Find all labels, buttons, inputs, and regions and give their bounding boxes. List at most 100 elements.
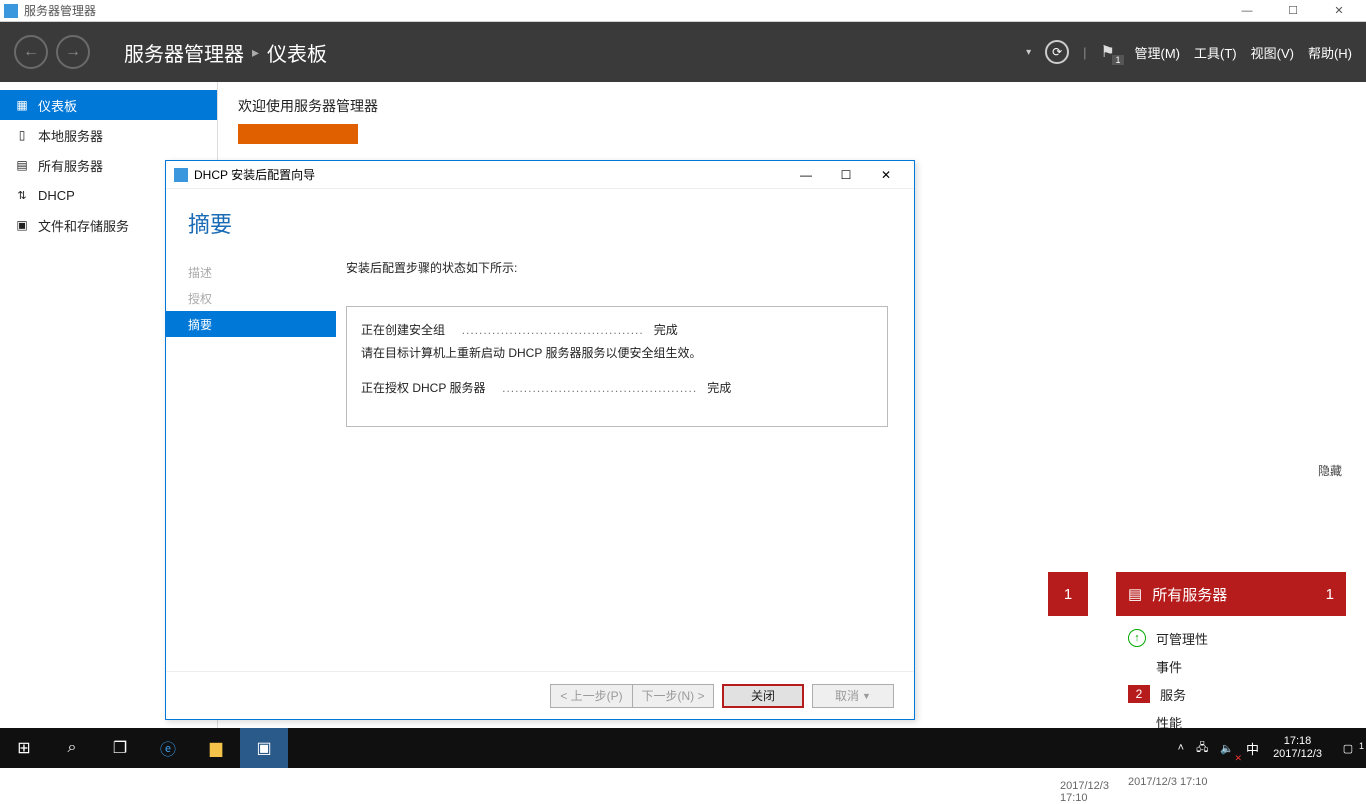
step-describe[interactable]: 描述 bbox=[166, 259, 336, 285]
tile-count: 1 bbox=[1048, 572, 1088, 616]
nav-forward-button[interactable]: → bbox=[56, 35, 90, 69]
notif-count: 1 bbox=[1359, 741, 1364, 751]
result2-label: 正在授权 DHCP 服务器 bbox=[361, 381, 485, 395]
row-label: 可管理性 bbox=[1156, 629, 1208, 648]
tile-row-manageability[interactable]: ↑ 可管理性 bbox=[1128, 624, 1334, 652]
search-button[interactable]: ⌕ bbox=[48, 728, 96, 768]
notifications-flag[interactable]: ⚑ 1 bbox=[1101, 42, 1121, 62]
wizard-content: 安装后配置步骤的状态如下所示: 正在创建安全组 ................… bbox=[336, 249, 914, 671]
task-view-button[interactable]: ❐ bbox=[96, 728, 144, 768]
flag-badge: 1 bbox=[1112, 55, 1123, 65]
wizard-titlebar: DHCP 安装后配置向导 — ☐ ✕ bbox=[166, 161, 914, 189]
wizard-steps: 描述 授权 摘要 bbox=[166, 249, 336, 671]
dashboard-icon bbox=[14, 98, 30, 112]
window-title: 服务器管理器 bbox=[24, 2, 1224, 19]
sidebar-item-label: 本地服务器 bbox=[38, 126, 103, 145]
row-label: 事件 bbox=[1156, 657, 1182, 676]
window-controls: — ☐ ✕ bbox=[1224, 0, 1362, 22]
result2-status: 完成 bbox=[707, 381, 731, 395]
chevron-right-icon: ▸ bbox=[252, 44, 259, 61]
result1-note: 请在目标计算机上重新启动 DHCP 服务器服务以便安全组生效。 bbox=[361, 344, 873, 361]
taskbar: ⊞ ⌕ ❐ ⓔ ▆ ▣ ˄ 🖧 🔈✕ 中 17:18 2017/12/3 ▢ 1 bbox=[0, 728, 1366, 768]
tile-header: ▤ 所有服务器 1 bbox=[1116, 572, 1346, 616]
wizard-head: 摘要 bbox=[166, 189, 914, 249]
nav-arrows: ← → bbox=[0, 35, 104, 69]
results-box: 正在创建安全组 ................................… bbox=[346, 306, 888, 427]
tray-ime[interactable]: 中 bbox=[1240, 728, 1265, 768]
menu-manage[interactable]: 管理(M) bbox=[1135, 43, 1181, 62]
tiles-row: 1 2017/12/3 17:10 ▤ 所有服务器 1 ↑ 可管理性 bbox=[1048, 572, 1346, 804]
ie-button[interactable]: ⓔ bbox=[144, 728, 192, 768]
hide-link[interactable]: 隐藏 bbox=[1318, 462, 1342, 479]
all-servers-icon bbox=[14, 158, 30, 172]
nav-back-button[interactable]: ← bbox=[14, 35, 48, 69]
menu-help[interactable]: 帮助(H) bbox=[1308, 43, 1352, 62]
wizard-minimize-button[interactable]: — bbox=[786, 168, 826, 182]
close-button[interactable]: ✕ bbox=[1316, 0, 1362, 22]
tile-time: 2017/12/3 17:10 bbox=[1048, 776, 1088, 804]
tile-all-servers[interactable]: ▤ 所有服务器 1 ↑ 可管理性 事件 2 服务 bbox=[1116, 572, 1346, 804]
nav-button-group: < 上一步(P) 下一步(N) > bbox=[550, 684, 714, 708]
breadcrumb-root[interactable]: 服务器管理器 bbox=[124, 38, 244, 67]
wizard-title: DHCP 安装后配置向导 bbox=[194, 166, 786, 183]
wizard-heading: 摘要 bbox=[188, 207, 892, 239]
result-line-2: 正在授权 DHCP 服务器 ..........................… bbox=[361, 379, 873, 396]
cancel-label: 取消 bbox=[835, 687, 859, 704]
maximize-button[interactable]: ☐ bbox=[1270, 0, 1316, 22]
wizard-close-button[interactable]: ✕ bbox=[866, 168, 906, 182]
status-up-icon: ↑ bbox=[1128, 629, 1146, 647]
action-center-button[interactable]: ▢ 1 bbox=[1330, 742, 1366, 755]
chevron-down-icon: ▼ bbox=[862, 691, 871, 701]
tray-up-icon[interactable]: ˄ bbox=[1172, 728, 1190, 768]
sidebar-item-label: 所有服务器 bbox=[38, 156, 103, 175]
status-red-badge: 2 bbox=[1128, 685, 1150, 703]
system-tray: ˄ 🖧 🔈✕ 中 17:18 2017/12/3 ▢ 1 bbox=[1172, 728, 1366, 768]
sidebar-item-local-server[interactable]: 本地服务器 bbox=[0, 120, 217, 150]
cancel-button[interactable]: 取消 ▼ bbox=[812, 684, 894, 708]
server-manager-icon bbox=[174, 168, 188, 182]
tray-volume-icon[interactable]: 🔈✕ bbox=[1214, 728, 1240, 768]
refresh-button[interactable]: ⟳ bbox=[1045, 40, 1069, 64]
dhcp-wizard-dialog: DHCP 安装后配置向导 — ☐ ✕ 摘要 描述 授权 摘要 安装后配置步骤的状… bbox=[165, 160, 915, 720]
server-icon bbox=[14, 128, 30, 142]
file-explorer-button[interactable]: ▆ bbox=[192, 728, 240, 768]
file-storage-icon bbox=[14, 218, 30, 232]
server-manager-task-button[interactable]: ▣ bbox=[240, 728, 288, 768]
result1-label: 正在创建安全组 bbox=[361, 323, 445, 337]
quick-start-bar[interactable] bbox=[238, 124, 358, 144]
sidebar-item-dashboard[interactable]: 仪表板 bbox=[0, 90, 217, 120]
tray-date: 2017/12/3 bbox=[1273, 748, 1322, 761]
sidebar-item-label: 仪表板 bbox=[38, 96, 77, 115]
dots-icon: ........................................… bbox=[462, 323, 644, 337]
next-button[interactable]: 下一步(N) > bbox=[632, 684, 714, 708]
step-summary[interactable]: 摘要 bbox=[166, 311, 336, 337]
welcome-title: 欢迎使用服务器管理器 bbox=[238, 96, 1346, 116]
sidebar-item-label: DHCP bbox=[38, 188, 75, 203]
tile-row-services[interactable]: 2 服务 bbox=[1128, 680, 1334, 708]
wizard-body: 描述 授权 摘要 安装后配置步骤的状态如下所示: 正在创建安全组 .......… bbox=[166, 249, 914, 671]
notification-icon: ▢ bbox=[1343, 742, 1353, 755]
breadcrumb-current[interactable]: 仪表板 bbox=[267, 38, 327, 67]
menu-view[interactable]: 视图(V) bbox=[1251, 43, 1294, 62]
header-bar: ← → 服务器管理器 ▸ 仪表板 ▾ ⟳ | ⚑ 1 管理(M) 工具(T) 视… bbox=[0, 22, 1366, 82]
result-line-1: 正在创建安全组 ................................… bbox=[361, 321, 873, 338]
result1-status: 完成 bbox=[654, 323, 678, 337]
server-manager-icon bbox=[4, 4, 18, 18]
dropdown-icon[interactable]: ▾ bbox=[1026, 47, 1031, 58]
step-authorize[interactable]: 授权 bbox=[166, 285, 336, 311]
sidebar-item-label: 文件和存储服务 bbox=[38, 216, 129, 235]
dots-icon: ........................................… bbox=[502, 381, 697, 395]
tray-network-icon[interactable]: 🖧 bbox=[1190, 728, 1214, 768]
wizard-lead: 安装后配置步骤的状态如下所示: bbox=[346, 259, 888, 276]
tile-row-events[interactable]: 事件 bbox=[1128, 652, 1334, 680]
start-button[interactable]: ⊞ bbox=[0, 728, 48, 768]
tile-count: 1 bbox=[1326, 586, 1334, 603]
menu-tools[interactable]: 工具(T) bbox=[1194, 43, 1237, 62]
tray-clock[interactable]: 17:18 2017/12/3 bbox=[1265, 735, 1330, 761]
dhcp-icon bbox=[14, 188, 30, 202]
wizard-maximize-button[interactable]: ☐ bbox=[826, 168, 866, 182]
tile-partial: 1 2017/12/3 17:10 bbox=[1048, 572, 1088, 804]
prev-button[interactable]: < 上一步(P) bbox=[550, 684, 632, 708]
close-wizard-button[interactable]: 关闭 bbox=[722, 684, 804, 708]
minimize-button[interactable]: — bbox=[1224, 0, 1270, 22]
